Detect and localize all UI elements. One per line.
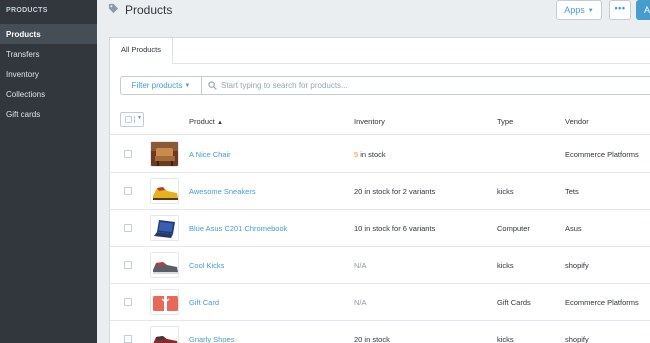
tab-all-products[interactable]: All Products — [110, 38, 173, 65]
divider — [134, 116, 135, 123]
table-row[interactable]: A Nice Chair 5 in stock Ecommerce Platfo… — [110, 136, 650, 173]
product-thumbnail[interactable] — [150, 178, 179, 204]
inventory-cell: 5 in stock — [354, 150, 386, 159]
select-all-checkbox[interactable] — [125, 116, 132, 123]
sidebar-item-inventory[interactable]: Inventory — [0, 64, 97, 84]
tag-icon — [108, 3, 119, 14]
chevron-down-icon: ▼ — [137, 115, 142, 121]
search-input[interactable] — [221, 78, 641, 93]
inventory-cell: N/A — [354, 261, 367, 270]
more-actions-button[interactable]: ••• — [609, 0, 631, 20]
product-thumbnail[interactable] — [150, 252, 179, 278]
product-name-link[interactable]: Gnarly Shoes — [189, 335, 234, 343]
table-row[interactable]: Cool Kicks N/A kicks shopify — [110, 247, 650, 284]
vendor-cell: shopify — [565, 261, 589, 270]
stock-text: in stock — [358, 150, 386, 159]
chevron-down-icon: ▼ — [184, 83, 191, 89]
column-header-product[interactable]: Product ▲ — [189, 117, 223, 126]
product-name-link[interactable]: Awesome Sneakers — [189, 187, 256, 196]
apps-button[interactable]: Apps ▼ — [556, 0, 602, 20]
table-header: ▼ Product ▲ Inventory Type Vendor — [110, 108, 650, 135]
product-thumbnail[interactable] — [150, 289, 179, 315]
filter-label: Filter products — [131, 81, 183, 90]
top-bar: Products Apps ▼ ••• A — [97, 0, 650, 24]
inventory-cell: 20 in stock — [354, 335, 390, 343]
table-row[interactable]: Gnarly Shoes 20 in stock kicks shopify — [110, 321, 650, 343]
sidebar-item-products[interactable]: Products — [0, 24, 97, 44]
column-header-vendor: Vendor — [565, 117, 589, 126]
product-name-link[interactable]: A Nice Chair — [189, 150, 231, 159]
type-cell: kicks — [497, 261, 514, 270]
sidebar-header: PRODUCTS — [6, 7, 48, 14]
column-header-inventory: Inventory — [354, 117, 385, 126]
add-product-button[interactable]: A — [636, 0, 650, 20]
column-label: Product — [189, 117, 215, 126]
inventory-cell: N/A — [354, 298, 367, 307]
sneaker-image — [151, 253, 178, 277]
sort-ascending-icon: ▲ — [216, 120, 223, 126]
row-checkbox[interactable] — [124, 261, 132, 269]
product-name-link[interactable]: Gift Card — [189, 298, 219, 307]
column-header-type: Type — [497, 117, 514, 126]
sidebar-item-transfers[interactable]: Transfers — [0, 44, 97, 64]
table-row[interactable]: Gift Card N/A Gift Cards Ecommerce Platf… — [110, 284, 650, 321]
type-cell: kicks — [497, 187, 514, 196]
sneaker-image — [151, 179, 178, 203]
vendor-cell: Tets — [565, 187, 579, 196]
row-checkbox[interactable] — [124, 298, 132, 306]
apps-label: Apps — [564, 5, 585, 15]
products-card: All Products Filter products▼ ▼ Product … — [109, 37, 650, 343]
sneaker-image — [151, 327, 178, 343]
laptop-image — [151, 216, 178, 240]
row-checkbox[interactable] — [124, 335, 132, 343]
tab-bar: All Products — [110, 38, 650, 65]
filter-products-button[interactable]: Filter products ▼ — [121, 77, 202, 94]
product-thumbnail[interactable] — [150, 141, 179, 167]
row-checkbox[interactable] — [124, 150, 132, 158]
table-row[interactable]: Blue Asus C201 Chromebook 10 in stock fo… — [110, 210, 650, 247]
type-cell: Computer — [497, 224, 530, 233]
product-thumbnail[interactable] — [150, 326, 179, 343]
table-row[interactable]: Awesome Sneakers 20 in stock for 2 varia… — [110, 173, 650, 210]
sidebar-item-collections[interactable]: Collections — [0, 84, 97, 104]
bulk-select-dropdown[interactable]: ▼ — [120, 112, 144, 127]
row-checkbox[interactable] — [124, 224, 132, 232]
page-title: Products — [125, 3, 173, 17]
vendor-cell: shopify — [565, 335, 589, 343]
product-name-link[interactable]: Blue Asus C201 Chromebook — [189, 224, 287, 233]
sidebar: PRODUCTS Products Transfers Inventory Co… — [0, 0, 97, 343]
vendor-cell: Ecommerce Platforms — [565, 298, 639, 307]
gift-card-image — [151, 290, 178, 314]
inventory-cell: 20 in stock for 2 variants — [354, 187, 436, 196]
vendor-cell: Ecommerce Platforms — [565, 150, 639, 159]
chevron-down-icon: ▼ — [587, 8, 594, 14]
row-checkbox[interactable] — [124, 187, 132, 195]
product-thumbnail[interactable] — [150, 215, 179, 241]
type-cell: Gift Cards — [497, 298, 531, 307]
search-icon — [208, 81, 217, 90]
sidebar-item-gift-cards[interactable]: Gift cards — [0, 104, 97, 124]
filter-bar: Filter products ▼ — [120, 76, 650, 95]
product-name-link[interactable]: Cool Kicks — [189, 261, 224, 270]
type-cell: kicks — [497, 335, 514, 343]
inventory-cell: 10 in stock for 6 variants — [354, 224, 436, 233]
chair-image — [151, 142, 178, 166]
vendor-cell: Asus — [565, 224, 582, 233]
